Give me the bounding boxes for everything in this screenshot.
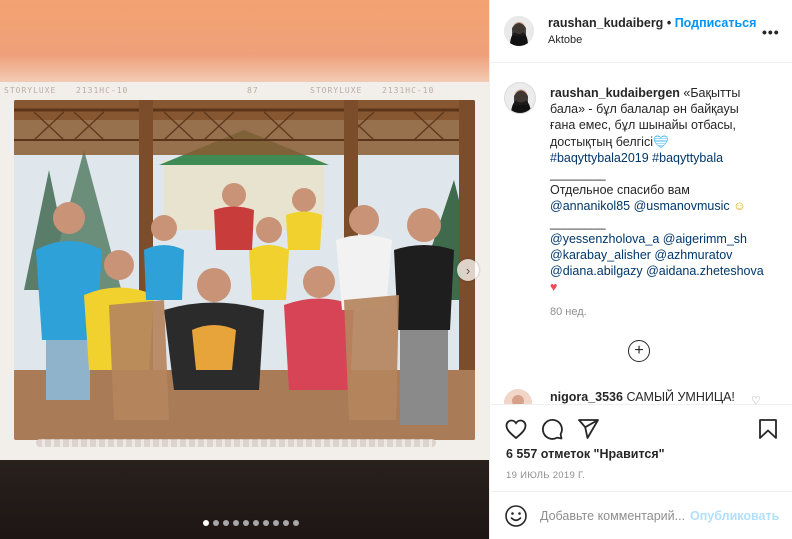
add-comment-bar: Опубликовать	[490, 491, 792, 539]
post-date[interactable]: 19 ИЮЛЬ 2019 Г.	[506, 470, 585, 481]
caption-avatar[interactable]	[504, 82, 536, 114]
post-media[interactable]: STORYLUXE 2131НС-10 87 STORYLUXE 2131НС-…	[0, 0, 489, 539]
divider-text: ________	[550, 215, 606, 230]
hashtags[interactable]: #baqyttybala2019 #baqyttybala	[550, 150, 780, 166]
header-user-line: raushan_kudaiberg • Подписаться	[548, 16, 756, 30]
caption: raushan_kudaibergen «Бақытты бала» - бұл…	[550, 85, 780, 296]
mention-links[interactable]: @diana.abilgazy @aidana.zheteshova	[550, 263, 780, 279]
load-more-comments-button[interactable]: +	[628, 340, 650, 362]
comment-icon[interactable]	[540, 417, 564, 441]
carousel-dot	[243, 520, 249, 526]
comments-area[interactable]: raushan_kudaibergen «Бақытты бала» - бұл…	[490, 64, 792, 404]
smile-emoji-icon: ☺	[733, 199, 746, 214]
carousel-dot	[283, 520, 289, 526]
comment-input[interactable]	[540, 506, 690, 526]
publish-button[interactable]: Опубликовать	[690, 509, 779, 523]
film-label: STORYLUXE	[310, 86, 363, 95]
caption-text: достықтың белгісі	[550, 134, 653, 149]
mention-links[interactable]: @annanikol85 @usmanovmusic	[550, 199, 730, 213]
location-link[interactable]: Aktobe	[548, 34, 582, 46]
group-photo	[14, 100, 475, 440]
divider-text: ________	[550, 167, 606, 182]
comment-text: САМЫЙ УМНИЦА!	[626, 390, 735, 404]
carousel-dot	[233, 520, 239, 526]
carousel-indicator	[203, 520, 299, 526]
blue-heart-icon: 💙︎	[652, 134, 669, 149]
bookmark-icon[interactable]	[756, 417, 780, 441]
carousel-dot	[273, 520, 279, 526]
caption-text: «Бақытты	[683, 86, 741, 100]
emoji-icon[interactable]	[504, 504, 528, 528]
comment: nigora_3536 САМЫЙ УМНИЦА!	[550, 390, 735, 404]
likes-count[interactable]: 6 557 отметок "Нравится"	[506, 447, 665, 461]
instagram-post-modal: STORYLUXE 2131НС-10 87 STORYLUXE 2131НС-…	[0, 0, 792, 539]
film-label: 2131НС-10	[76, 86, 129, 95]
carousel-dot	[263, 520, 269, 526]
more-horizontal-icon[interactable]: •••	[762, 24, 780, 40]
photo-frame: STORYLUXE 2131НС-10 87 STORYLUXE 2131НС-…	[0, 82, 489, 460]
comment-like-icon[interactable]: ♡	[751, 394, 761, 404]
film-strip	[36, 439, 436, 447]
group-photo-illustration	[14, 100, 475, 440]
carousel-dot	[203, 520, 209, 526]
film-label: 2131НС-10	[382, 86, 435, 95]
carousel-dot	[293, 520, 299, 526]
avatar[interactable]	[504, 16, 534, 46]
film-label: STORYLUXE	[4, 86, 57, 95]
carousel-dot	[253, 520, 259, 526]
carousel-dot	[223, 520, 229, 526]
comment-avatar[interactable]	[504, 389, 532, 404]
mention-links[interactable]: @karabay_alisher @azhmuratov	[550, 247, 780, 263]
share-icon[interactable]	[576, 417, 600, 441]
follow-button[interactable]: Подписаться	[675, 16, 757, 30]
background-bottom	[0, 456, 489, 539]
heart-icon[interactable]	[504, 417, 528, 441]
chevron-right-icon[interactable]: ›	[457, 259, 479, 281]
thanks-text: Отдельное спасибо вам	[550, 183, 690, 198]
carousel-dot	[213, 520, 219, 526]
separator-dot: •	[666, 16, 672, 30]
caption-username[interactable]: raushan_kudaibergen	[550, 86, 680, 100]
caption-text: ғана емес, бұл шынайы отбасы,	[550, 118, 736, 133]
post-header: raushan_kudaiberg • Подписаться Aktobe •…	[490, 0, 792, 63]
film-label: 87	[247, 86, 259, 95]
caption-time[interactable]: 80 нед.	[550, 306, 587, 318]
comment-username[interactable]: nigora_3536	[550, 390, 623, 404]
red-heart-icon: ♥	[550, 280, 558, 295]
header-username[interactable]: raushan_kudaiberg	[548, 16, 663, 30]
caption-text: бала» - бұл балалар ән байқауы	[550, 102, 739, 117]
mention-links[interactable]: @yessenzholova_a @aigerimm_sh	[550, 231, 780, 247]
post-sidebar: raushan_kudaiberg • Подписаться Aktobe •…	[489, 0, 792, 539]
